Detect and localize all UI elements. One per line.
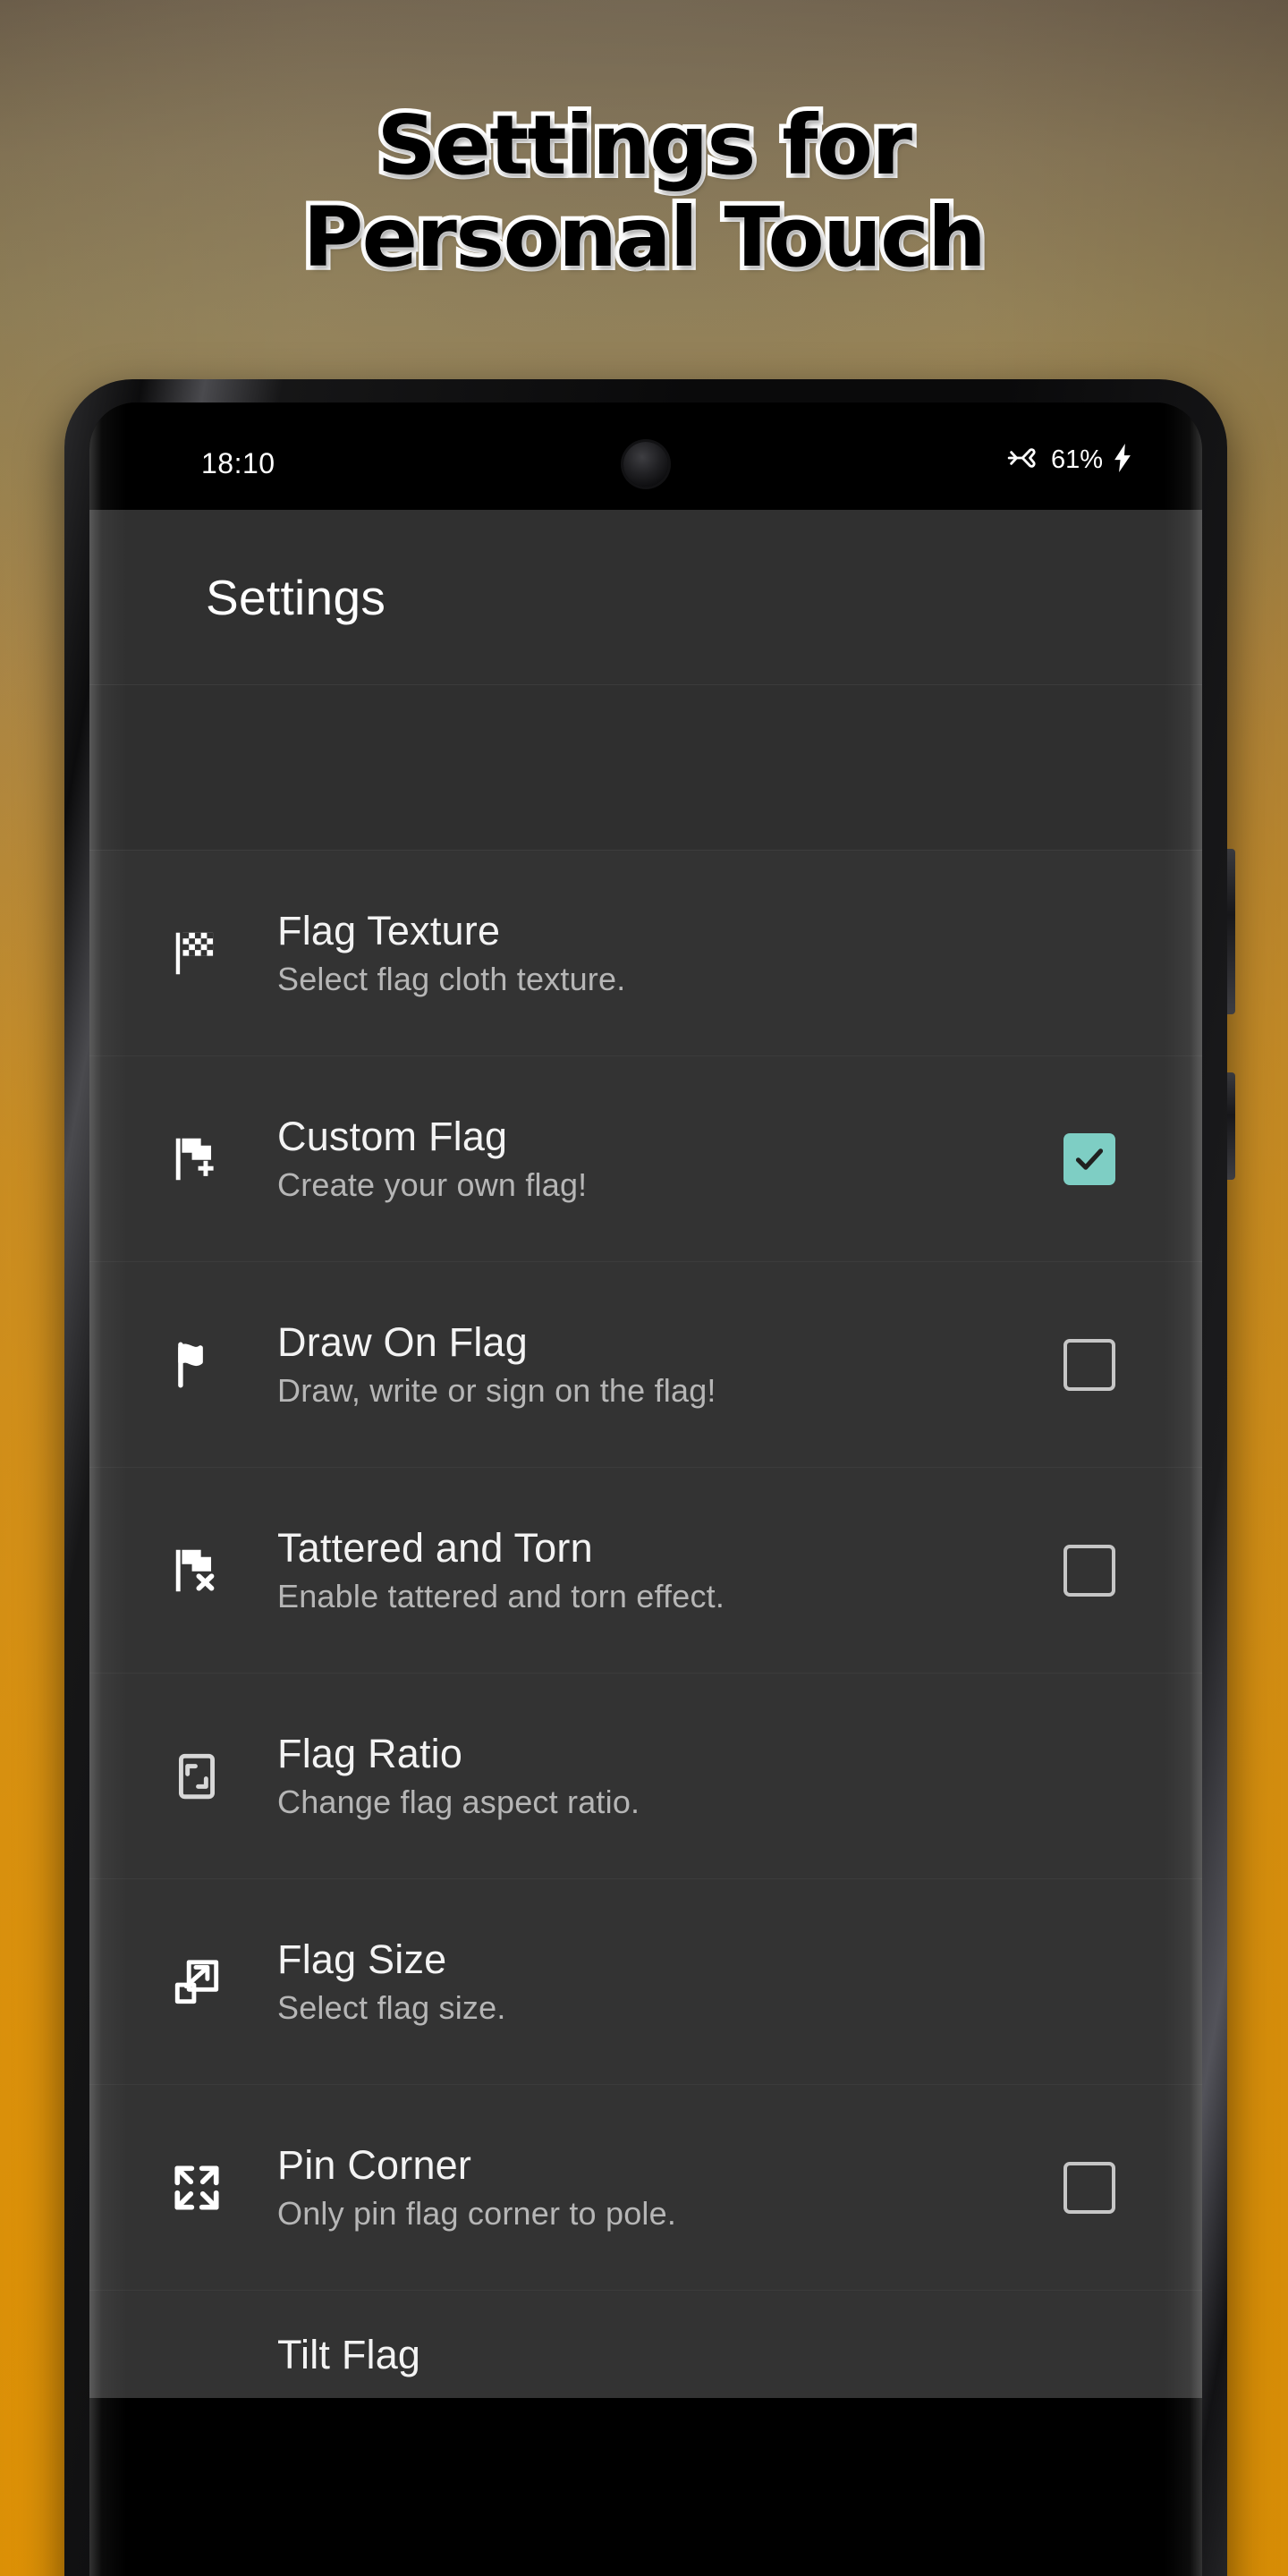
list-item-draw-on-flag[interactable]: Draw On Flag Draw, write or sign on the …: [89, 1262, 1202, 1468]
checkbox-custom-flag[interactable]: [1063, 1132, 1115, 1185]
list-item-flag-ratio[interactable]: Flag Ratio Change flag aspect ratio.: [89, 1674, 1202, 1879]
checkered-flag-icon: [143, 926, 250, 981]
list-item-title: Pin Corner: [277, 2142, 472, 2189]
phone-screen: 18:10 61% Settings Flag Texture Select f…: [89, 402, 1202, 2576]
status-bar-indicators: 61%: [1005, 444, 1132, 477]
promo-headline: Settings for Personal Touch: [0, 97, 1288, 286]
checkbox-pin-corner[interactable]: [1063, 2161, 1115, 2214]
list-item-title: Tilt Flag: [277, 2332, 421, 2377]
list-item-control[interactable]: [1043, 1338, 1136, 1391]
resize-icon: [143, 1954, 250, 2010]
list-item-text: Tilt Flag: [250, 2332, 1043, 2377]
page-title: Settings: [206, 569, 386, 625]
charging-bolt-icon: [1113, 444, 1132, 477]
wavy-flag-icon: [143, 1337, 250, 1393]
flag-x-icon: [143, 1543, 250, 1598]
list-item-text: Flag Texture Select flag cloth texture.: [250, 908, 1043, 997]
list-item-title: Custom Flag: [277, 1114, 508, 1160]
front-camera-punchhole: [623, 442, 668, 487]
list-item-tilt-flag[interactable]: Tilt Flag: [89, 2291, 1202, 2398]
app-bar: Settings: [89, 510, 1202, 685]
list-item-text: Custom Flag Create your own flag!: [250, 1114, 1043, 1203]
list-item-text: Flag Ratio Change flag aspect ratio.: [250, 1731, 1043, 1820]
headline-line-1: Settings for: [373, 97, 917, 193]
list-item-subtitle: Enable tattered and torn effect.: [277, 1577, 725, 1614]
headline-line-2: Personal Touch: [299, 190, 991, 286]
settings-list[interactable]: Flag Texture Select flag cloth texture.: [89, 851, 1202, 2398]
list-header-spacer: [89, 685, 1202, 851]
list-item-title: Draw On Flag: [277, 1319, 528, 1366]
list-item-flag-texture[interactable]: Flag Texture Select flag cloth texture.: [89, 851, 1202, 1056]
list-item-text: Draw On Flag Draw, write or sign on the …: [250, 1319, 1043, 1409]
status-bar-clock: 18:10: [201, 447, 275, 479]
expand-arrows-icon: [143, 2160, 250, 2216]
list-item-text: Flag Size Select flag size.: [250, 1936, 1043, 2026]
list-item-control[interactable]: [1043, 1132, 1136, 1185]
checkbox-draw-on-flag[interactable]: [1063, 1338, 1115, 1391]
list-item-control[interactable]: [1043, 1544, 1136, 1597]
power-button[interactable]: [1227, 1072, 1235, 1180]
list-item-subtitle: Change flag aspect ratio.: [277, 1783, 640, 1820]
list-item-subtitle: Select flag size.: [277, 1988, 506, 2026]
list-item-title: Flag Texture: [277, 908, 501, 954]
list-item-flag-size[interactable]: Flag Size Select flag size.: [89, 1879, 1202, 2085]
list-item-custom-flag[interactable]: Custom Flag Create your own flag!: [89, 1056, 1202, 1262]
airplane-mode-icon: [1005, 445, 1041, 476]
list-item-subtitle: Draw, write or sign on the flag!: [277, 1371, 716, 1409]
list-item-control[interactable]: [1043, 2161, 1136, 2214]
checkbox-tattered-and-torn[interactable]: [1063, 1544, 1115, 1597]
status-bar: 18:10 61%: [89, 402, 1202, 510]
list-item-subtitle: Select flag cloth texture.: [277, 960, 626, 997]
aspect-ratio-icon: [143, 1749, 250, 1804]
list-item-title: Flag Size: [277, 1936, 447, 1983]
volume-button[interactable]: [1227, 849, 1235, 1014]
list-item-title: Tattered and Torn: [277, 1525, 593, 1572]
flag-plus-icon: [143, 1131, 250, 1187]
list-item-tattered-and-torn[interactable]: Tattered and Torn Enable tattered and to…: [89, 1468, 1202, 1674]
list-item-text: Pin Corner Only pin flag corner to pole.: [250, 2142, 1043, 2232]
list-item-pin-corner[interactable]: Pin Corner Only pin flag corner to pole.: [89, 2085, 1202, 2291]
list-item-subtitle: Create your own flag!: [277, 1165, 588, 1203]
phone-mockup: 18:10 61% Settings Flag Texture Select f…: [64, 379, 1235, 2576]
list-item-subtitle: Only pin flag corner to pole.: [277, 2194, 677, 2232]
battery-percentage: 61%: [1050, 445, 1103, 474]
list-item-text: Tattered and Torn Enable tattered and to…: [250, 1525, 1043, 1614]
list-item-title: Flag Ratio: [277, 1731, 463, 1777]
